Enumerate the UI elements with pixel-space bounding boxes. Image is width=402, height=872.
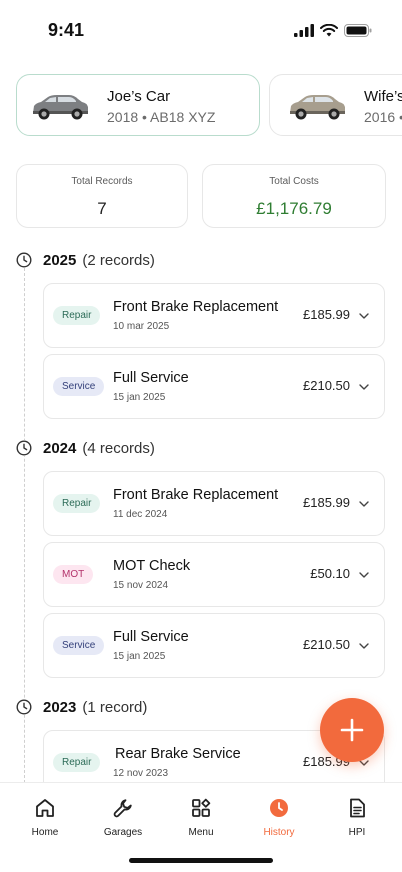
- record-row[interactable]: Service Full Service 15 jan 2025 £210.50: [43, 354, 385, 419]
- total-records-label: Total Records: [71, 176, 133, 187]
- record-price: £210.50: [303, 378, 350, 393]
- year-label: 2025: [43, 251, 77, 269]
- record-row[interactable]: Service Full Service 15 jan 2025 £210.50: [43, 613, 385, 678]
- record-title: Rear Brake Service: [115, 746, 241, 762]
- year-record-count: (2 records): [82, 251, 155, 269]
- record-row[interactable]: Repair Front Brake Replacement 11 dec 20…: [43, 471, 385, 536]
- record-type-badge: MOT: [53, 565, 94, 584]
- record-title: Front Brake Replacement: [113, 487, 279, 503]
- tab-menu[interactable]: Menu: [161, 797, 241, 838]
- record-type-badge: Repair: [53, 494, 101, 513]
- total-records-card: Total Records 7: [16, 164, 188, 228]
- year-header-2024: 2024 (4 records): [16, 438, 155, 458]
- total-records-value: 7: [97, 199, 107, 218]
- record-date: 15 jan 2025: [113, 392, 166, 403]
- tab-label: Home: [31, 827, 59, 838]
- vehicle-card-joes-car[interactable]: Joe’s Car 2018 • AB18 XYZ: [16, 74, 260, 136]
- vehicle-card-wifes[interactable]: Wife’s 2016 •: [269, 74, 402, 136]
- document-icon: [350, 798, 365, 818]
- tab-garages[interactable]: Garages: [83, 797, 163, 838]
- car-image: [290, 95, 345, 120]
- car-image: [33, 95, 88, 120]
- record-date: 11 dec 2024: [113, 509, 168, 520]
- record-date: 15 jan 2025: [113, 651, 166, 662]
- clock-icon: [16, 440, 32, 456]
- record-type-badge: Service: [53, 636, 105, 655]
- total-costs-card: Total Costs £1,176.79: [202, 164, 386, 228]
- total-costs-label: Total Costs: [269, 176, 319, 187]
- record-type-badge: Repair: [53, 753, 101, 772]
- vehicle-name: Wife’s: [364, 88, 402, 105]
- record-row[interactable]: MOT MOT Check 15 nov 2024 £50.10: [43, 542, 385, 607]
- record-price: £185.99: [303, 307, 350, 322]
- record-title: Full Service: [113, 370, 189, 386]
- status-icons: [294, 24, 372, 37]
- record-date: 15 nov 2024: [113, 580, 169, 591]
- vehicle-year-reg: 2016 •: [364, 109, 402, 125]
- record-price: £210.50: [303, 637, 350, 652]
- wrench-icon: [113, 799, 132, 818]
- home-icon: [36, 799, 54, 817]
- record-date: 12 nov 2023: [113, 768, 169, 779]
- tab-label: Garages: [103, 827, 143, 838]
- chevron-down-icon[interactable]: [358, 498, 370, 510]
- home-indicator: [129, 858, 273, 863]
- tab-label: History: [263, 827, 295, 838]
- year-label: 2024: [43, 439, 77, 457]
- total-costs-value: £1,176.79: [256, 199, 332, 218]
- chevron-down-icon[interactable]: [358, 640, 370, 652]
- year-header-2023: 2023 (1 record): [16, 697, 147, 717]
- record-type-badge: Repair: [53, 306, 101, 325]
- plus-icon: [340, 718, 364, 742]
- tab-home[interactable]: Home: [5, 797, 85, 838]
- vehicle-year-reg: 2018 • AB18 XYZ: [107, 109, 216, 125]
- record-title: Front Brake Replacement: [113, 299, 279, 315]
- record-row[interactable]: Repair Front Brake Replacement 10 mar 20…: [43, 283, 385, 348]
- battery-icon: [344, 24, 372, 37]
- vehicle-name: Joe’s Car: [107, 88, 171, 105]
- status-bar: 9:41: [0, 0, 402, 62]
- wifi-icon: [320, 24, 338, 37]
- year-record-count: (1 record): [82, 698, 148, 716]
- vehicle-selector[interactable]: Joe’s Car 2018 • AB18 XYZ Wife’s 2016 •: [16, 74, 402, 136]
- year-header-2025: 2025 (2 records): [16, 250, 155, 270]
- record-price: £50.10: [310, 566, 350, 581]
- record-title: Full Service: [113, 629, 189, 645]
- tab-history[interactable]: History: [239, 797, 319, 838]
- year-label: 2023: [43, 698, 77, 716]
- grid-icon: [192, 798, 211, 817]
- record-title: MOT Check: [113, 558, 191, 574]
- cellular-signal-icon: [294, 24, 314, 37]
- year-record-count: (4 records): [82, 439, 155, 457]
- chevron-down-icon[interactable]: [358, 381, 370, 393]
- chevron-down-icon[interactable]: [358, 310, 370, 322]
- clock-icon: [16, 252, 32, 268]
- record-date: 10 mar 2025: [113, 321, 170, 332]
- tab-label: Menu: [188, 827, 214, 838]
- tab-label: HPI: [348, 827, 366, 838]
- add-record-button[interactable]: [320, 698, 384, 762]
- history-icon: [270, 799, 288, 817]
- status-time: 9:41: [48, 20, 85, 40]
- clock-icon: [16, 699, 32, 715]
- chevron-down-icon[interactable]: [358, 569, 370, 581]
- record-type-badge: Service: [53, 377, 105, 396]
- tab-hpi[interactable]: HPI: [317, 797, 397, 838]
- record-price: £185.99: [303, 495, 350, 510]
